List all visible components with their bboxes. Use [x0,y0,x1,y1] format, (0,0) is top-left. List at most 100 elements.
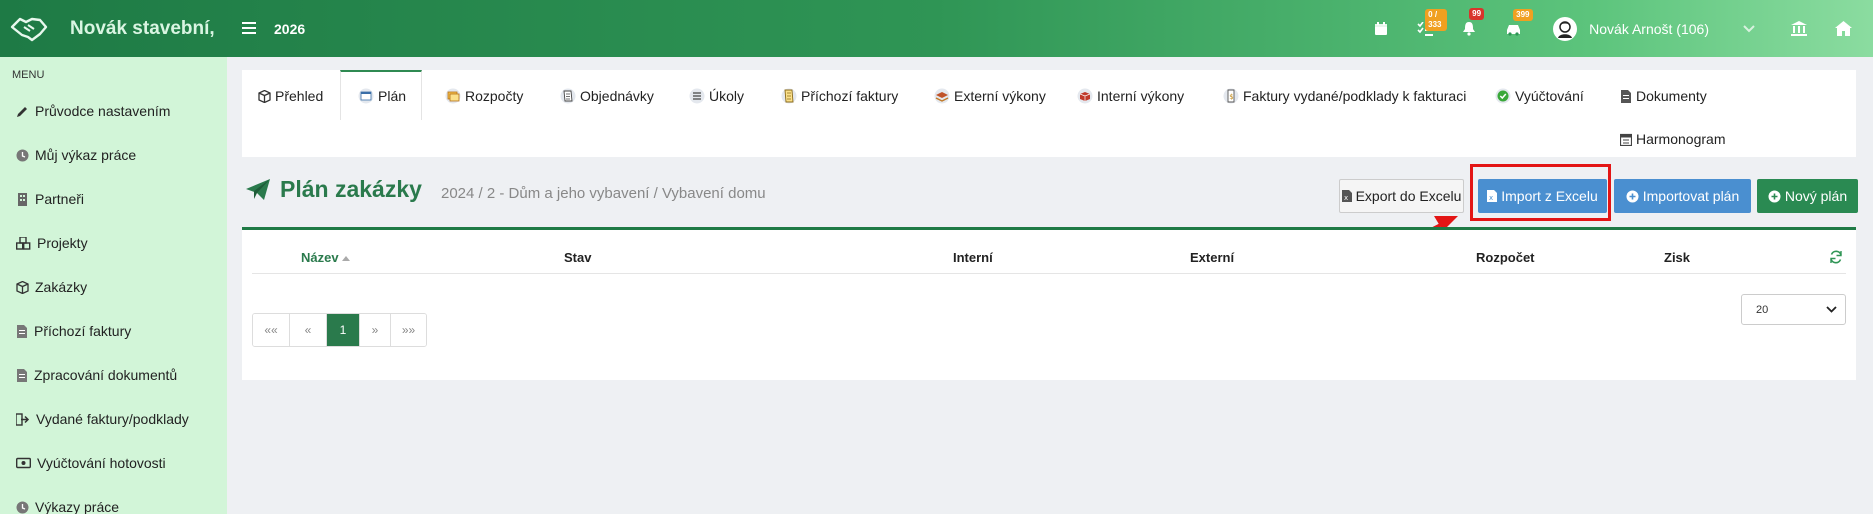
column-header-budget[interactable]: Rozpočet [1476,250,1535,265]
sidebar-item-label: Příchozí faktury [34,323,132,339]
clock-icon [16,149,29,161]
plus-circle-icon [1768,190,1781,202]
order-list-icon [560,88,576,104]
stack-icon [934,88,950,104]
tasks-badge: 0 / 333 [1425,8,1448,31]
next-page-button[interactable]: » [360,314,391,346]
sidebar-item-label: Vyúčtování hotovosti [37,455,166,471]
calendar-table-icon [358,88,374,104]
bell-icon[interactable]: 99 [1447,8,1491,36]
sidebar-item-incoming-invoices[interactable]: Příchozí faktury [0,309,227,353]
column-header-internal[interactable]: Interní [953,250,993,265]
tab-label: Vyúčtování [1515,88,1584,104]
messages-badge: 399 [1513,8,1533,21]
sidebar-item-cash-settlement[interactable]: Vyúčtování hotovosti [0,441,227,485]
car-icon[interactable]: 399 [1491,8,1535,36]
tab-issued-invoices[interactable]: $ Faktury vydané/podklady k fakturaci [1223,85,1466,107]
tab-label: Úkoly [709,88,745,104]
tab-external-work[interactable]: Externí výkony [934,85,1046,107]
export-to-excel-button[interactable]: x Export do Excelu [1339,179,1464,213]
svg-text:x: x [1344,194,1348,202]
bank-icon[interactable] [1777,21,1821,36]
menu-heading: MENU [12,69,45,81]
brand-name[interactable]: Novák stavební, [70,18,228,40]
tab-label: Interní výkony [1097,88,1185,104]
plan-table: Název Stav Interní Externí Rozpočet Zisk… [242,227,1856,380]
menu-toggle-icon[interactable] [242,17,256,40]
check-circle-icon [1495,88,1511,104]
pagination: «« « 1 » »» [252,313,427,347]
sidebar-item-partners[interactable]: Partneři [0,177,227,221]
sidebar: MENU Průvodce nastavením Můj výkaz práce… [0,57,227,514]
tab-internal-work[interactable]: Interní výkony [1077,85,1184,107]
last-page-button[interactable]: »» [391,314,426,346]
sidebar-item-orders[interactable]: Zakázky [0,265,227,309]
current-page-button[interactable]: 1 [327,314,360,346]
sidebar-item-label: Zakázky [35,279,88,295]
sort-up-icon [341,255,350,261]
sidebar-item-label: Zpracování dokumentů [34,367,178,383]
sidebar-item-label: Průvodce nastavením [35,103,171,119]
home-icon[interactable] [1821,21,1865,36]
tab-label: Rozpočty [465,88,524,104]
invoice-icon [17,324,27,338]
tab-overview[interactable]: Přehled [258,85,323,107]
user-name: Novák Arnošt (106) [1589,20,1709,37]
first-page-button[interactable]: «« [253,314,290,346]
tab-plan[interactable]: Plán [358,85,406,107]
box-icon [1077,88,1093,104]
tasks-icon[interactable]: 0 / 333 [1403,8,1448,36]
column-header-name[interactable]: Název [301,250,351,265]
new-plan-button[interactable]: Nový plán [1757,179,1858,213]
sign-out-icon [16,412,30,426]
header-divider [252,273,1846,274]
budget-icon [445,88,461,104]
tab-label: Dokumenty [1636,88,1707,104]
cubes-icon [16,236,31,250]
sidebar-item-my-work-report[interactable]: Můj výkaz práce [0,133,227,177]
tab-label: Faktury vydané/podklady k fakturaci [1243,88,1467,104]
button-label: Importovat plán [1642,188,1740,204]
tab-tasks[interactable]: Úkoly [689,85,744,107]
tab-documents[interactable]: Dokumenty [1620,85,1707,107]
document-icon [1621,89,1631,103]
tab-label: Plán [378,88,407,104]
tab-label: Příchozí faktury [801,88,899,104]
tab-budgets[interactable]: Rozpočty [445,85,523,107]
button-label: Nový plán [1784,188,1848,204]
column-header-external[interactable]: Externí [1190,250,1234,265]
tab-incoming-invoices[interactable]: Příchozí faktury [781,85,898,107]
tab-settlement[interactable]: Vyúčtování [1495,85,1584,107]
page-size-select[interactable]: 20 [1741,294,1846,325]
calendar-icon[interactable] [1359,21,1403,36]
sidebar-item-setup-guide[interactable]: Průvodce nastavením [0,89,227,133]
import-plan-button[interactable]: Importovat plán [1614,179,1751,213]
page-header: Plán zakázky 2024 / 2 - Dům a jeho vybav… [242,170,1858,228]
excel-file-icon: x [1341,190,1352,202]
chevron-down-icon[interactable] [1743,24,1755,33]
svg-text:$: $ [1229,93,1233,101]
tab-schedule[interactable]: Harmonogram [1620,128,1725,150]
sidebar-item-document-processing[interactable]: Zpracování dokumentů [0,353,227,397]
highlight-box [1470,164,1611,221]
refresh-icon[interactable] [1829,250,1843,264]
document-icon [17,368,27,382]
column-header-status[interactable]: Stav [564,250,591,265]
breadcrumb: 2024 / 2 - Dům a jeho vybavení / Vybaven… [441,185,766,202]
clock-icon [16,501,29,513]
money-icon [16,457,31,469]
prev-page-button[interactable]: « [290,314,327,346]
sidebar-item-label: Projekty [37,235,88,251]
column-header-profit[interactable]: Zisk [1664,250,1690,265]
year-selector[interactable]: 2026 [274,21,305,37]
paper-plane-icon [246,179,270,200]
sidebar-item-issued-invoices[interactable]: Vydané faktury/podklady [0,397,227,441]
sidebar-item-work-reports[interactable]: Výkazy práce [0,485,227,514]
tab-orders[interactable]: Objednávky [560,85,654,107]
plus-circle-icon [1626,190,1639,202]
top-bar: Novák stavební, 2026 0 / 333 99 399 Nová… [0,0,1873,57]
handshake-logo-icon[interactable] [0,0,58,57]
user-menu[interactable]: Novák Arnošt (106) [1553,16,1755,41]
sidebar-item-projects[interactable]: Projekty [0,221,227,265]
building-icon [18,192,27,206]
